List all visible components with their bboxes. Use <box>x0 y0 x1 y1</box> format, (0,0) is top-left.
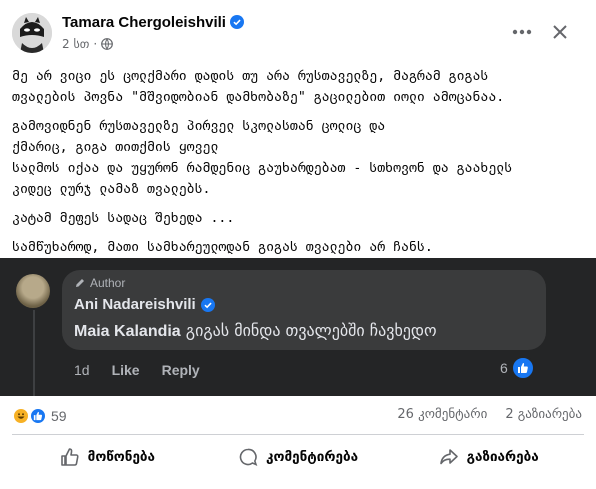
share-count[interactable]: 2 გაზიარება <box>505 407 582 422</box>
divider <box>12 434 584 435</box>
comment-button-label: კომენტირება <box>265 449 359 465</box>
close-icon <box>553 25 567 39</box>
more-dots-icon <box>512 29 532 35</box>
post-header: Tamara Chergoleishvili 2 სთ · <box>12 10 588 60</box>
comment-text: Maia Kalandia გიგას მინდა თვალებში ჩავხე… <box>74 321 437 341</box>
author-badge: Author <box>74 276 125 290</box>
share-button[interactable]: გაზიარება <box>393 437 584 477</box>
pencil-icon <box>76 279 84 287</box>
post-time[interactable]: 2 სთ <box>62 37 89 51</box>
comment-mention[interactable]: Maia Kalandia <box>74 323 181 340</box>
verified-badge-icon <box>229 15 244 33</box>
post-text-line: თვალების პოვნა "მშვიდობიან დამხობაზე" გა… <box>12 90 505 105</box>
share-arrow-icon <box>439 449 458 465</box>
post-text-line: მე არ ვიცი ეს ცოლქმარი დადის თუ არა რუსთ… <box>12 69 489 84</box>
thumbs-up-icon <box>510 356 535 380</box>
post-meta: 2 სთ · <box>62 37 114 51</box>
author-name-text[interactable]: Tamara Chergoleishvili <box>62 14 226 31</box>
like-button[interactable]: მოწონება <box>12 437 203 477</box>
author-badge-label: Author <box>90 276 126 290</box>
thumbs-up-icon <box>60 448 79 466</box>
post-paragraph: სამწუხაროდ, მათი სამხარეულოდან გიგას თვა… <box>12 237 584 258</box>
post-text-line: კიდეც ლურჯ ლამაზ თვალებს. <box>12 182 211 197</box>
post-paragraph: გამოვიდნენ რუსთაველზე პირველ სკოლასთან ც… <box>12 116 584 200</box>
like-button-label: მოწონება <box>87 449 156 465</box>
comment-like-button[interactable]: Like <box>112 362 140 378</box>
comment-time[interactable]: 1d <box>74 362 90 378</box>
comment-count[interactable]: 26 კომენტარი <box>397 407 487 422</box>
comment-screenshot: Author Ani Nadareishvili Maia Kalandia გ… <box>0 258 596 396</box>
post-text-line: ქმარიც, გიგა თითქმის ყოველ <box>12 140 219 155</box>
like-reaction-icon <box>29 407 47 425</box>
more-options-button[interactable] <box>508 18 536 46</box>
haha-icon <box>12 407 30 425</box>
post-text-line: კატამ მეფეს სადაც შეხედა ... <box>12 211 235 226</box>
commenter-name[interactable]: Ani Nadareishvili <box>74 296 215 313</box>
comment-reply-button[interactable]: Reply <box>162 362 200 378</box>
share-button-label: გაზიარება <box>466 449 539 465</box>
post-paragraph: კატამ მეფეს სადაც შეხედა ... <box>12 208 584 229</box>
post-paragraph: მე არ ვიცი ეს ცოლქმარი დადის თუ არა რუსთ… <box>12 66 584 108</box>
verified-badge-icon <box>200 297 215 312</box>
thread-line <box>33 310 35 396</box>
reaction-summary[interactable]: 59 <box>12 407 67 425</box>
post-text: მე არ ვიცი ეს ცოლქმარი დადის თუ არა რუსთ… <box>12 66 584 266</box>
author-avatar[interactable] <box>12 13 52 53</box>
commenter-name-text[interactable]: Ani Nadareishvili <box>74 296 196 313</box>
comment-like-count[interactable]: 6 <box>500 356 535 380</box>
close-button[interactable] <box>546 18 574 46</box>
comment-like-count-text: 6 <box>500 360 508 376</box>
comment-actions: 1d Like Reply <box>74 362 200 378</box>
post-text-line: სალმოს იქაა და უყურონ რამდენიც გაუხარდებ… <box>12 161 513 176</box>
comment-button[interactable]: კომენტირება <box>203 437 394 477</box>
masked-avatar-icon <box>12 13 52 53</box>
meta-separator: · <box>93 37 98 51</box>
post-actions: მოწონება კომენტირება გაზიარება <box>12 437 584 477</box>
globe-icon <box>101 38 114 50</box>
author-name[interactable]: Tamara Chergoleishvili <box>62 14 244 33</box>
post-stats: 26 კომენტარი 2 გაზიარება <box>397 407 582 422</box>
post-text-line: სამწუხაროდ, მათი სამხარეულოდან გიგას თვა… <box>12 240 433 255</box>
comment-bubble-icon <box>239 448 258 466</box>
post-text-line: გამოვიდნენ რუსთაველზე პირველ სკოლასთან ც… <box>12 119 386 134</box>
comment-body: გიგას მინდა თვალებში ჩავხედო <box>180 321 437 340</box>
post-card: Tamara Chergoleishvili 2 სთ · მე არ ვიცი… <box>0 0 596 489</box>
reaction-count: 59 <box>51 408 67 424</box>
commenter-avatar[interactable] <box>16 274 50 308</box>
